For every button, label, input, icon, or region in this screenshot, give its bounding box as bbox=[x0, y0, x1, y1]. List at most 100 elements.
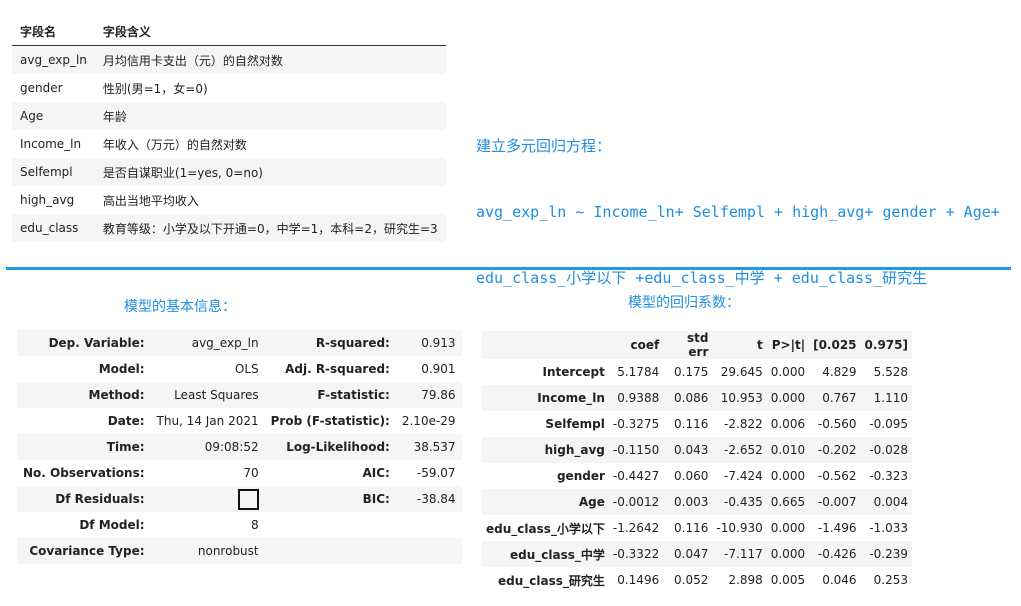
coef-value: 5.528 bbox=[873, 365, 908, 379]
info-value: 0.913 bbox=[395, 330, 462, 356]
coef-value: 1.110 bbox=[860, 385, 912, 411]
coef-value: 0.665 bbox=[766, 489, 810, 515]
section-divider bbox=[6, 267, 1011, 270]
coef-value: -0.202 bbox=[809, 437, 861, 463]
coef-row: Intercept 5.1784 0.175 29.645 0.000 4.829 5.52… bbox=[482, 359, 912, 385]
field-row: edu_class 教育等级：小学及以下开通=0，中学=1，本科=2，研究生=3 bbox=[12, 214, 446, 242]
coef-variable-name: Intercept bbox=[542, 365, 605, 379]
coef-value: 0.116 bbox=[674, 521, 709, 535]
coef-row: high_avg -0.1150 0.043 -2.652 0.010 -0.202 -0.… bbox=[482, 437, 912, 463]
coef-value: 0.9388 bbox=[608, 385, 664, 411]
field-row: gender 性别(男=1，女=0) bbox=[12, 74, 446, 102]
field-meaning: 年收入（万元）的自然对数 bbox=[102, 137, 247, 152]
coef-value: -0.426 bbox=[809, 541, 861, 567]
info-value: 8 bbox=[250, 518, 259, 532]
info-value: 2.10e-29 bbox=[401, 414, 456, 428]
info-key: Prob (F-statistic): bbox=[270, 414, 390, 428]
coef-header-cell: t bbox=[712, 331, 767, 359]
coef-header-row: coef std err t P>|t| [0.025 0.975] bbox=[482, 331, 912, 359]
coef-value: 0.000 bbox=[766, 385, 810, 411]
info-value: Least Squares bbox=[150, 382, 265, 408]
coef-value: -0.435 bbox=[712, 489, 767, 515]
info-value: 79.86 bbox=[395, 382, 462, 408]
coef-value: 5.1784 bbox=[617, 365, 660, 379]
coef-value: 0.003 bbox=[663, 489, 713, 515]
coef-value: 0.116 bbox=[674, 417, 709, 431]
field-name: avg_exp_ln bbox=[12, 45, 95, 74]
info-key: Adj. R-squared: bbox=[285, 362, 390, 376]
coef-value: -0.560 bbox=[817, 417, 857, 431]
coef-value: 0.000 bbox=[770, 521, 806, 535]
info-value: OLS bbox=[234, 362, 259, 376]
info-key bbox=[264, 538, 396, 564]
coef-value: 0.052 bbox=[674, 573, 709, 587]
coef-row: gender -0.4427 0.060 -7.424 0.000 -0.562 -0.32… bbox=[482, 463, 912, 489]
info-key: Time: bbox=[17, 434, 151, 460]
info-value bbox=[150, 486, 265, 512]
coef-row: Age -0.0012 0.003 -0.435 0.665 -0.007 0.004 bbox=[482, 489, 912, 515]
info-row: No. Observations: 70 AIC: -59.07 bbox=[17, 460, 462, 486]
coef-value: 2.898 bbox=[728, 573, 763, 587]
field-meaning: 年龄 bbox=[94, 102, 446, 130]
coef-value: 0.000 bbox=[770, 469, 806, 483]
coefficient-table: coef std err t P>|t| [0.025 0.975] Intercept 5… bbox=[482, 331, 912, 593]
info-key: Dep. Variable: bbox=[17, 330, 151, 356]
field-row: high_avg 高出当地平均收入 bbox=[12, 186, 446, 214]
field-row: Income_ln 年收入（万元）的自然对数 bbox=[12, 130, 446, 158]
info-key bbox=[265, 512, 396, 538]
coef-value: -0.562 bbox=[817, 469, 857, 483]
coef-value: -10.930 bbox=[716, 521, 763, 535]
info-key: F-statistic: bbox=[264, 382, 396, 408]
field-table-header-row: 字段名 字段含义 bbox=[12, 17, 446, 46]
info-key: AIC: bbox=[362, 466, 390, 480]
coef-header-cell: std err bbox=[663, 331, 713, 359]
coef-value: 0.086 bbox=[663, 385, 713, 411]
coef-variable-name: edu_class_小学以下 bbox=[486, 521, 605, 536]
coef-header-cell: [0.025 bbox=[809, 331, 861, 359]
info-row: Dep. Variable: avg_exp_ln R-squared: 0.913 bbox=[17, 330, 462, 356]
coef-value: 0.043 bbox=[663, 437, 713, 463]
field-meaning: 高出当地平均收入 bbox=[102, 193, 199, 208]
coef-value: 0.047 bbox=[663, 541, 713, 567]
coef-value: 0.175 bbox=[674, 365, 709, 379]
info-row: Model: OLS Adj. R-squared: 0.901 bbox=[17, 356, 462, 382]
coef-row: Income_ln 0.9388 0.086 10.953 0.000 0.767 1.11… bbox=[482, 385, 912, 411]
coef-value: 10.953 bbox=[712, 385, 767, 411]
coef-title: 模型的回归系数： bbox=[628, 295, 740, 311]
info-key: Log-Likelihood: bbox=[264, 434, 396, 460]
equation-line-1: avg_exp_ln ~ Income_ln+ Selfempl + high_… bbox=[476, 203, 1000, 221]
coef-value: 0.253 bbox=[873, 573, 908, 587]
info-row: Time: 09:08:52 Log-Likelihood: 38.537 bbox=[17, 434, 462, 460]
coef-value: -0.3275 bbox=[612, 417, 660, 431]
field-name: Income_ln bbox=[20, 137, 82, 151]
info-row: Df Model: 8 bbox=[17, 512, 462, 538]
field-meaning-header: 字段含义 bbox=[94, 17, 446, 46]
coef-value: 0.005 bbox=[770, 573, 806, 587]
info-value: nonrobust bbox=[150, 538, 265, 564]
coef-value: -7.117 bbox=[712, 541, 767, 567]
field-row: avg_exp_ln 月均信用卡支出（元）的自然对数 bbox=[12, 45, 446, 74]
coef-value: -0.028 bbox=[860, 437, 912, 463]
coef-row: edu_class_研究生 0.1496 0.052 2.898 0.005 0.046 0… bbox=[482, 567, 912, 593]
info-row: Covariance Type: nonrobust bbox=[17, 538, 462, 564]
field-meaning: 月均信用卡支出（元）的自然对数 bbox=[94, 45, 446, 74]
coef-value: 0.060 bbox=[674, 469, 709, 483]
coef-value: -1.033 bbox=[869, 521, 908, 535]
info-key: Df Residuals: bbox=[17, 486, 151, 512]
coef-value: 29.645 bbox=[720, 365, 763, 379]
coef-value: 0.767 bbox=[809, 385, 861, 411]
field-name: Selfempl bbox=[12, 158, 95, 186]
info-row: Df Residuals: BIC: -38.84 bbox=[17, 486, 462, 512]
field-name: Age bbox=[12, 102, 95, 130]
checkbox-icon[interactable] bbox=[237, 488, 259, 510]
coef-row: edu_class_小学以下 -1.2642 0.116 -10.930 0.000 -1… bbox=[482, 515, 912, 541]
coef-header-cell bbox=[482, 331, 609, 359]
coef-row: edu_class_中学 -0.3322 0.047 -7.117 0.000 -0.42… bbox=[482, 541, 912, 567]
info-value bbox=[396, 512, 462, 538]
field-name: edu_class bbox=[12, 214, 95, 242]
equation-title: 建立多元回归方程： bbox=[476, 137, 612, 155]
coef-value: -0.1150 bbox=[608, 437, 664, 463]
info-key: Model: bbox=[98, 362, 145, 376]
coef-value: 0.010 bbox=[766, 437, 810, 463]
field-meaning: 性别(男=1，女=0) bbox=[102, 81, 208, 96]
